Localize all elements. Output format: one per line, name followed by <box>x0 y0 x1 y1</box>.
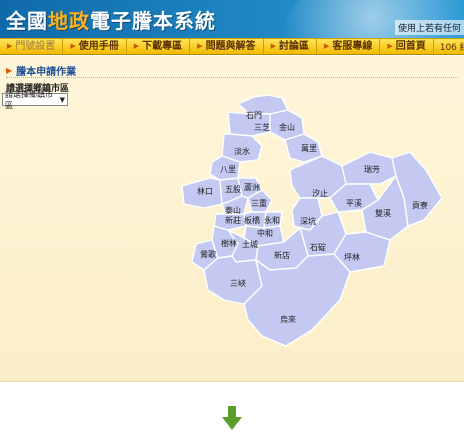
district-label[interactable]: 汐止 <box>312 188 328 198</box>
district-label[interactable]: 泰山 <box>225 205 241 215</box>
district-label[interactable]: 石門 <box>246 111 262 120</box>
district-label[interactable]: 中和 <box>257 228 273 238</box>
district-label[interactable]: 石碇 <box>310 242 326 252</box>
down-arrow-icon <box>222 406 242 430</box>
district-label[interactable]: 淡水 <box>234 146 250 156</box>
district-label[interactable]: 三峽 <box>230 278 246 288</box>
district-label[interactable]: 永和 <box>264 215 280 225</box>
district-label[interactable]: 雙溪 <box>375 208 391 218</box>
district-label[interactable]: 萬里 <box>301 143 317 153</box>
district-label[interactable]: 板橋 <box>244 215 260 225</box>
district-label[interactable]: 烏來 <box>280 314 296 324</box>
district-label[interactable]: 土城 <box>242 239 258 249</box>
district-region-wulai[interactable] <box>243 253 351 347</box>
district-label[interactable]: 平溪 <box>346 198 362 208</box>
district-map: 石門三芝 金山淡水 萬里八里汐止 瑞芳林口 五股 蘆洲三重泰山新莊 板橋 永和中和 深坑 平溪雙溪… <box>181 94 443 347</box>
district-label[interactable]: 五股 <box>225 185 241 194</box>
district-label[interactable]: 林口 <box>197 186 213 196</box>
district-label[interactable]: 坪林 <box>344 252 360 262</box>
district-label[interactable]: 蘆洲 <box>244 182 260 192</box>
district-label[interactable]: 瑞芳 <box>364 164 380 174</box>
page: 全國地政電子謄本系統 使用上若有任何 ▶ 門號設置 ▶ 使用手冊 ▶ 下載專區 ▶ 問題… <box>0 0 464 433</box>
district-label[interactable]: 新莊 <box>225 215 241 225</box>
district-label[interactable]: 貢寮 <box>412 200 428 210</box>
district-label[interactable]: 金山 <box>279 122 295 132</box>
district-label[interactable]: 鶯歌 <box>200 249 216 259</box>
district-label[interactable]: 三芝 <box>254 122 270 132</box>
district-label[interactable]: 深坑 <box>300 216 316 226</box>
district-label[interactable]: 新店 <box>274 250 290 260</box>
district-label[interactable]: 三重 <box>251 198 267 208</box>
district-label[interactable]: 八里 <box>220 165 236 174</box>
district-label[interactable]: 樹林 <box>221 238 237 248</box>
